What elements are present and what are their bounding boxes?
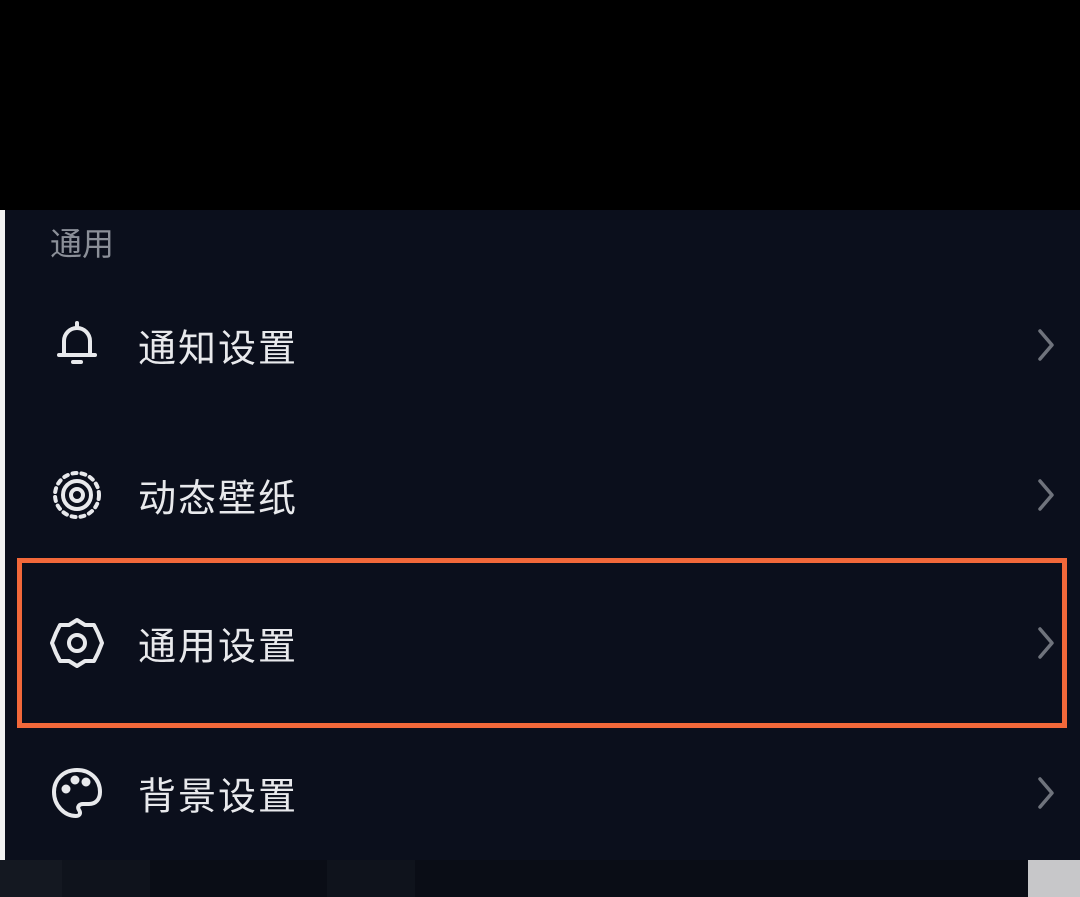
settings-panel: 通用 通知设置 动态壁纸 通用设置 背景设置 [5,210,1080,860]
bottom-block [1028,860,1080,897]
wallpaper-icon [49,467,105,523]
menu-item-background-settings[interactable]: 背景设置 [5,718,1080,868]
menu-item-label: 通知设置 [138,326,299,371]
menu-item-live-wallpaper[interactable]: 动态壁纸 [5,420,1080,570]
chevron-right-icon [1030,773,1060,813]
bottom-strip [0,860,1080,897]
bottom-block [327,860,415,897]
bell-icon [49,317,105,373]
top-black-area [0,0,1080,210]
screen: 通用 通知设置 动态壁纸 通用设置 背景设置 [0,0,1080,897]
gear-icon [49,615,105,671]
menu-item-label: 通用设置 [138,624,299,669]
menu-item-label: 动态壁纸 [138,476,299,521]
palette-icon [49,765,105,821]
section-title: 通用 [50,225,115,263]
menu-item-general-settings[interactable]: 通用设置 [5,568,1080,718]
chevron-right-icon [1030,623,1060,663]
chevron-right-icon [1030,325,1060,365]
menu-item-label: 背景设置 [138,774,299,819]
bottom-block [0,860,62,897]
chevron-right-icon [1030,475,1060,515]
menu-item-notification-settings[interactable]: 通知设置 [5,270,1080,420]
bottom-block [62,860,150,897]
